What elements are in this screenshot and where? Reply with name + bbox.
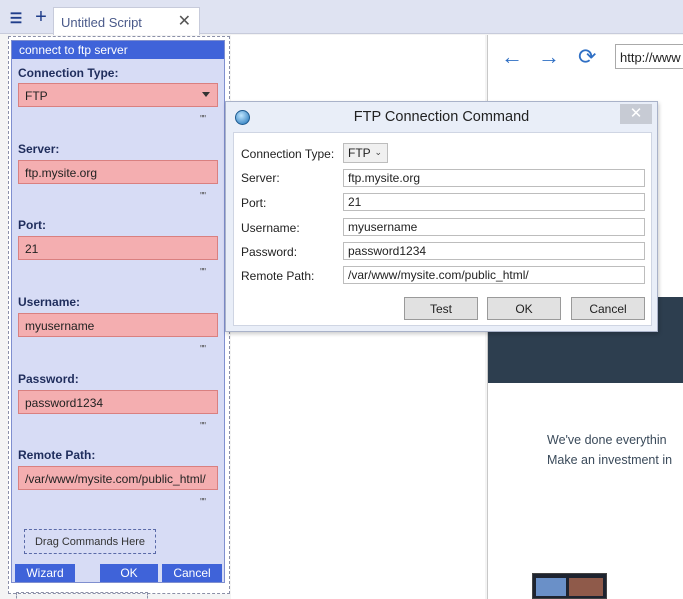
- promo-text-line-2: Make an investment in: [547, 453, 673, 467]
- port-label: Port:: [18, 218, 46, 232]
- back-icon[interactable]: ←: [501, 46, 523, 68]
- password-field[interactable]: password1234: [343, 242, 645, 260]
- connection-type-select[interactable]: FTP: [18, 83, 218, 107]
- username-label: Username:: [241, 221, 300, 235]
- ftp-connection-dialog: FTP Connection Command ✕ Connection Type…: [225, 101, 658, 332]
- dialog-titlebar: FTP Connection Command ✕: [226, 102, 657, 132]
- promo-text-line-1: We've done everythin: [547, 433, 667, 447]
- password-label: Password:: [18, 372, 79, 386]
- connection-type-label: Connection Type:: [18, 66, 119, 80]
- tab-untitled-script[interactable]: Untitled Script ✕: [53, 7, 200, 35]
- password-label: Password:: [241, 245, 298, 259]
- port-label: Port:: [241, 196, 267, 210]
- quote-icon[interactable]: "": [200, 191, 206, 202]
- address-bar[interactable]: http://www: [615, 44, 683, 69]
- hamburger-icon[interactable]: ☰: [6, 9, 26, 27]
- password-field[interactable]: password1234: [18, 390, 218, 414]
- test-button[interactable]: Test: [404, 297, 478, 320]
- next-command-slot: [16, 592, 148, 599]
- quote-icon[interactable]: "": [200, 344, 206, 355]
- remote-path-field[interactable]: /var/www/mysite.com/public_html/: [18, 466, 218, 490]
- close-icon[interactable]: ✕: [178, 11, 191, 31]
- quote-icon[interactable]: "": [200, 114, 206, 125]
- tab-bar: ☰ + Untitled Script ✕: [0, 0, 683, 35]
- port-field[interactable]: 21: [343, 193, 645, 211]
- username-field[interactable]: myusername: [18, 313, 218, 337]
- quote-icon[interactable]: "": [200, 421, 206, 432]
- thumbnail-pane: [536, 578, 566, 596]
- server-field[interactable]: ftp.mysite.org: [343, 169, 645, 187]
- chevron-down-icon: [202, 92, 210, 97]
- dialog-body: Connection Type: FTP ⌄ Server: ftp.mysit…: [233, 132, 652, 326]
- screenshot-thumbnail[interactable]: [532, 573, 607, 599]
- chevron-down-icon: ⌄: [374, 147, 382, 157]
- connection-type-select[interactable]: FTP ⌄: [343, 143, 388, 163]
- username-field[interactable]: myusername: [343, 218, 645, 236]
- remote-path-label: Remote Path:: [18, 448, 96, 462]
- tab-title: Untitled Script: [61, 15, 142, 30]
- ok-button[interactable]: OK: [487, 297, 561, 320]
- dialog-title: FTP Connection Command: [353, 109, 530, 125]
- cancel-button[interactable]: Cancel: [162, 564, 222, 582]
- remote-path-field[interactable]: /var/www/mysite.com/public_html/: [343, 266, 645, 284]
- cancel-button[interactable]: Cancel: [571, 297, 645, 320]
- drag-commands-zone[interactable]: Drag Commands Here: [24, 529, 156, 554]
- server-label: Server:: [18, 142, 60, 156]
- wizard-button[interactable]: Wizard: [15, 564, 75, 582]
- close-icon[interactable]: ✕: [620, 104, 652, 124]
- ok-button[interactable]: OK: [100, 564, 158, 582]
- remote-path-label: Remote Path:: [241, 269, 315, 283]
- connection-type-label: Connection Type:: [241, 147, 335, 161]
- quote-icon[interactable]: "": [200, 267, 206, 278]
- username-label: Username:: [18, 295, 81, 309]
- connection-type-value: FTP: [25, 89, 48, 103]
- thumbnail-pane: [569, 578, 603, 596]
- server-field[interactable]: ftp.mysite.org: [18, 160, 218, 184]
- refresh-icon[interactable]: ⟳: [578, 46, 596, 68]
- command-panel: connect to ftp server Connection Type: F…: [11, 40, 225, 583]
- quote-icon[interactable]: "": [200, 497, 206, 508]
- command-title: connect to ftp server: [12, 41, 224, 59]
- plus-icon[interactable]: +: [32, 7, 50, 27]
- server-label: Server:: [241, 171, 280, 185]
- port-field[interactable]: 21: [18, 236, 218, 260]
- forward-icon[interactable]: →: [538, 46, 560, 68]
- connection-type-value: FTP: [348, 146, 371, 160]
